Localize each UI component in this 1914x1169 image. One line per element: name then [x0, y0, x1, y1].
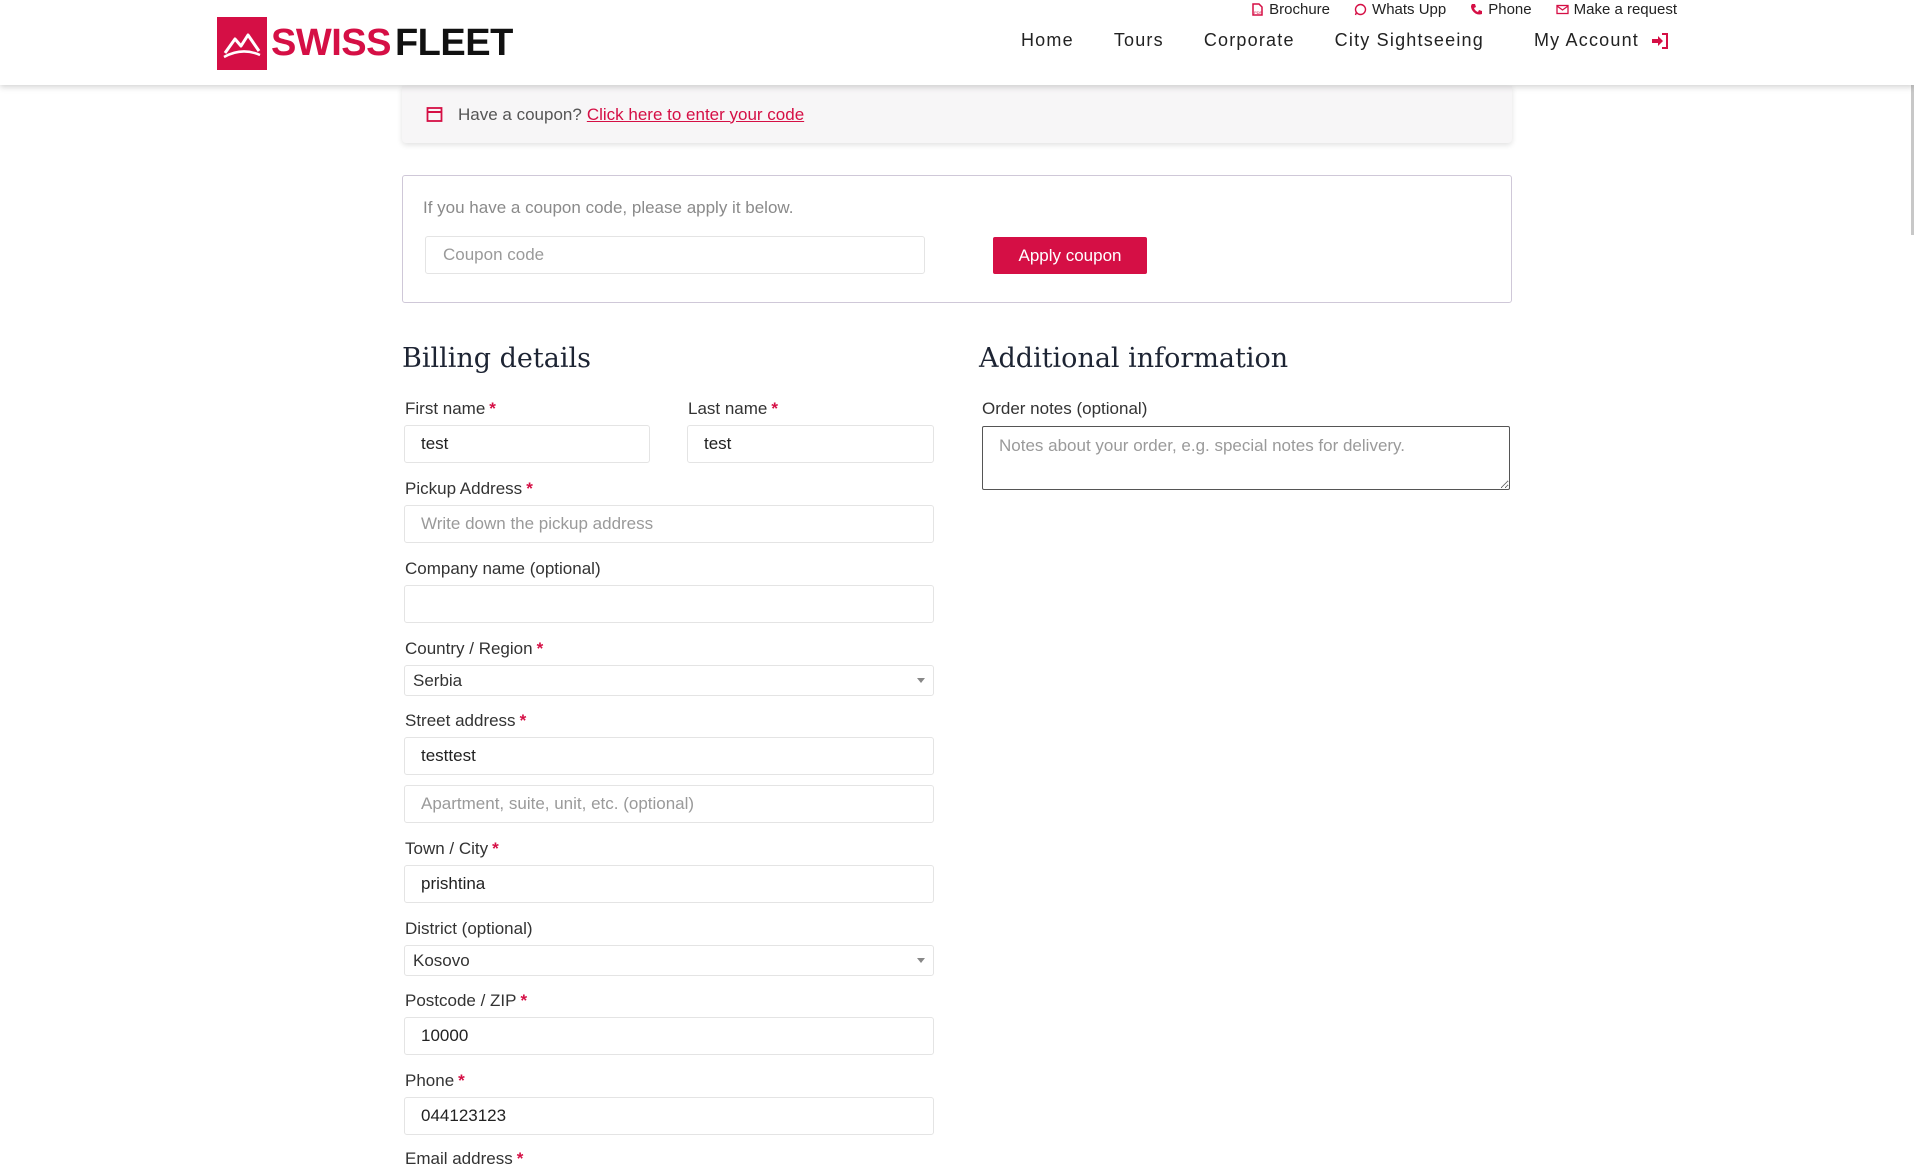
phone-label: Phone *	[405, 1071, 465, 1091]
whatsapp-icon	[1354, 3, 1367, 15]
last-name-label: Last name *	[688, 399, 778, 419]
district-select[interactable]: Kosovo	[404, 945, 934, 976]
street-address-required-marker: *	[519, 711, 527, 730]
coupon-enter-code-link[interactable]: Click here to enter your code	[587, 105, 804, 125]
street-address-label: Street address *	[405, 711, 526, 731]
first-name-input[interactable]	[404, 425, 650, 463]
topbar-phone-link[interactable]: Phone	[1470, 0, 1532, 18]
chevron-down-icon	[917, 678, 925, 683]
topbar-request-link[interactable]: Make a request	[1555, 0, 1677, 18]
top-bar: PDF Brochure Whats Upp Phone Make a requ…	[1251, 0, 1677, 18]
coupon-notice-text: Have a coupon?	[458, 104, 582, 124]
coupon-notice: Have a coupon? Click here to enter your …	[402, 86, 1512, 143]
nav-my-account-label: My Account	[1533, 30, 1639, 50]
street-address-input[interactable]	[404, 737, 934, 775]
country-label-text: Country / Region	[405, 639, 533, 658]
billing-details-title: Billing details	[402, 343, 591, 374]
pickup-address-label: Pickup Address *	[405, 479, 533, 499]
topbar-request-label: Make a request	[1573, 0, 1677, 18]
postcode-input[interactable]	[404, 1017, 934, 1055]
calendar-icon	[426, 107, 443, 122]
pdf-file-icon: PDF	[1252, 2, 1263, 16]
logo-mountain-icon	[217, 17, 267, 70]
email-label-text: Email address	[405, 1149, 513, 1168]
last-name-input[interactable]	[687, 425, 934, 463]
logo-text-fleet: FLEET	[394, 22, 513, 64]
first-name-label-text: First name	[405, 399, 486, 418]
company-name-input[interactable]	[404, 585, 934, 623]
coupon-hint-text: If you have a coupon code, please apply …	[423, 198, 794, 217]
last-name-required-marker: *	[771, 399, 779, 418]
last-name-label-text: Last name	[688, 399, 768, 418]
street-address-label-text: Street address	[405, 711, 516, 730]
topbar-brochure-link[interactable]: PDF Brochure	[1251, 0, 1330, 18]
apply-coupon-button[interactable]: Apply coupon	[993, 237, 1147, 274]
postcode-label-text: Postcode / ZIP	[405, 991, 517, 1010]
nav-home[interactable]: Home	[1021, 30, 1074, 51]
pickup-address-label-text: Pickup Address	[405, 479, 523, 498]
apartment-input[interactable]	[404, 785, 934, 823]
nav-corporate[interactable]: Corporate	[1204, 30, 1295, 51]
order-notes-label: Order notes (optional)	[982, 399, 1148, 418]
first-name-required-marker: *	[489, 399, 496, 418]
nav-my-account[interactable]: My Account	[1534, 30, 1669, 51]
company-name-label: Company name (optional)	[405, 559, 601, 578]
logo[interactable]: SWISS FLEET	[217, 17, 513, 70]
country-select[interactable]: Serbia	[404, 665, 934, 696]
phone-icon	[1471, 3, 1483, 14]
town-city-label: Town / City *	[405, 839, 499, 859]
phone-label-text: Phone	[405, 1071, 455, 1090]
pickup-address-input[interactable]	[404, 505, 934, 543]
town-city-input[interactable]	[404, 865, 934, 903]
first-name-label: First name *	[405, 399, 496, 419]
sign-in-icon	[1652, 32, 1668, 49]
country-selected-value: Serbia	[413, 670, 463, 690]
site-header: SWISS FLEET PDF Brochure Whats Upp Phone …	[0, 0, 1914, 85]
postcode-required-marker: *	[520, 991, 528, 1010]
topbar-whatsapp-link[interactable]: Whats Upp	[1354, 0, 1446, 18]
order-notes-textarea[interactable]	[982, 426, 1510, 490]
chevron-down-icon	[917, 958, 925, 963]
coupon-form: If you have a coupon code, please apply …	[402, 175, 1512, 303]
country-required-marker: *	[536, 639, 544, 658]
phone-input[interactable]	[404, 1097, 934, 1135]
envelope-icon	[1555, 4, 1569, 14]
main-nav: Home Tours Corporate City Sightseeing My…	[981, 30, 1669, 51]
svg-text:PDF: PDF	[1254, 10, 1263, 15]
town-city-required-marker: *	[492, 839, 499, 858]
postcode-label: Postcode / ZIP *	[405, 991, 527, 1011]
nav-city-sightseeing[interactable]: City Sightseeing	[1335, 30, 1484, 51]
pickup-address-required-marker: *	[526, 479, 533, 498]
additional-information-title: Additional information	[979, 343, 1289, 374]
district-selected-value: Kosovo	[413, 950, 470, 970]
country-label: Country / Region *	[405, 639, 543, 659]
district-label: District (optional)	[405, 919, 533, 938]
topbar-whatsapp-label: Whats Upp	[1372, 0, 1447, 18]
nav-tours[interactable]: Tours	[1114, 30, 1164, 51]
topbar-phone-label: Phone	[1488, 0, 1532, 18]
email-required-marker: *	[516, 1149, 524, 1168]
email-label: Email address *	[405, 1149, 523, 1169]
coupon-code-input[interactable]	[425, 236, 925, 274]
topbar-brochure-label: Brochure	[1269, 0, 1331, 18]
phone-required-marker: *	[458, 1071, 465, 1090]
logo-text-swiss: SWISS	[271, 22, 391, 64]
town-city-label-text: Town / City	[405, 839, 489, 858]
